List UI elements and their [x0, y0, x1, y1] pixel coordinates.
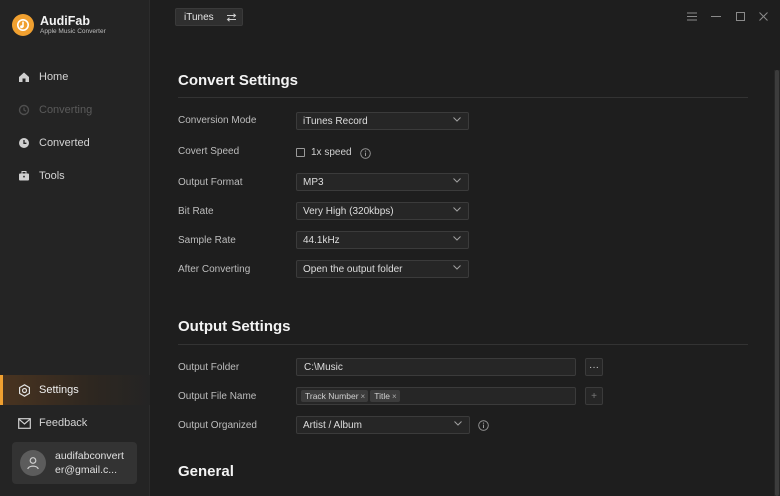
- sample-rate-select[interactable]: 44.1kHz: [296, 231, 469, 249]
- speed-option-label: 1x speed: [311, 147, 352, 158]
- minimize-icon[interactable]: [709, 9, 723, 23]
- output-file-name-label: Output File Name: [178, 391, 257, 402]
- general-title: General: [178, 463, 234, 480]
- menu-icon[interactable]: [685, 9, 699, 23]
- after-converting-label: After Converting: [178, 264, 251, 275]
- user-icon: [27, 457, 39, 470]
- sample-rate-label: Sample Rate: [178, 235, 236, 246]
- swap-icon: [226, 12, 237, 22]
- after-converting-value: Open the output folder: [303, 263, 403, 275]
- bit-rate-select[interactable]: Very High (320kbps): [296, 202, 469, 220]
- output-organized-value: Artist / Album: [303, 419, 362, 431]
- after-converting-select[interactable]: Open the output folder: [296, 260, 469, 278]
- sidebar-item-label: Converted: [39, 137, 90, 149]
- output-organized-label: Output Organized: [178, 420, 257, 431]
- sample-rate-value: 44.1kHz: [303, 234, 340, 246]
- app-subtitle: Apple Music Converter: [40, 28, 106, 35]
- chevron-down-icon: [453, 117, 461, 122]
- remove-tag-icon[interactable]: ×: [361, 392, 366, 401]
- sidebar-item-converting: Converting: [0, 95, 150, 125]
- sidebar-item-label: Settings: [39, 384, 79, 396]
- output-settings-title: Output Settings: [178, 318, 291, 335]
- brand: AudiFab Apple Music Converter: [12, 14, 106, 36]
- gear-icon: [17, 383, 31, 397]
- sidebar-item-home[interactable]: Home: [0, 62, 150, 92]
- add-tag-button[interactable]: +: [585, 387, 603, 405]
- chevron-down-icon: [453, 236, 461, 241]
- account-card[interactable]: audifabconverter@gmail.c...: [12, 442, 137, 484]
- home-icon: [17, 70, 31, 84]
- chevron-down-icon: [454, 421, 462, 426]
- output-folder-label: Output Folder: [178, 362, 240, 373]
- sidebar-item-label: Converting: [39, 104, 93, 116]
- info-icon[interactable]: [477, 419, 489, 431]
- sidebar-item-converted[interactable]: Converted: [0, 128, 150, 158]
- tag-label: Title: [374, 391, 390, 401]
- output-format-label: Output Format: [178, 177, 243, 188]
- conversion-mode-value: iTunes Record: [303, 115, 368, 127]
- info-icon[interactable]: [359, 147, 371, 159]
- account-email: audifabconverter@gmail.c...: [55, 450, 124, 476]
- output-folder-input[interactable]: C:\Music: [296, 358, 576, 376]
- output-format-value: MP3: [303, 176, 324, 188]
- sidebar-item-label: Tools: [39, 170, 65, 182]
- maximize-icon[interactable]: [733, 9, 747, 23]
- browse-folder-button[interactable]: ···: [585, 358, 603, 376]
- audifab-logo-icon: [12, 14, 34, 36]
- mail-icon: [17, 416, 31, 430]
- bit-rate-label: Bit Rate: [178, 206, 214, 217]
- conversion-mode-label: Conversion Mode: [178, 115, 257, 126]
- sidebar-item-label: Feedback: [39, 417, 88, 429]
- scrollbar-thumb[interactable]: [775, 70, 779, 496]
- sidebar-item-tools[interactable]: Tools: [0, 161, 150, 191]
- chevron-down-icon: [453, 178, 461, 183]
- chevron-down-icon: [453, 265, 461, 270]
- chevron-down-icon: [453, 207, 461, 212]
- speed-checkbox[interactable]: [296, 148, 305, 157]
- output-format-select[interactable]: MP3: [296, 173, 469, 191]
- tag-label: Track Number: [305, 391, 359, 401]
- output-organized-select[interactable]: Artist / Album: [296, 416, 470, 434]
- sidebar-item-feedback[interactable]: Feedback: [0, 408, 150, 438]
- toolbox-icon: [17, 169, 31, 183]
- remove-tag-icon[interactable]: ×: [392, 392, 397, 401]
- source-label: iTunes: [184, 11, 214, 23]
- conversion-mode-select[interactable]: iTunes Record: [296, 112, 469, 130]
- file-name-tags-field[interactable]: Track Number × Title ×: [296, 387, 576, 405]
- sidebar: AudiFab Apple Music Converter Home Conve…: [0, 0, 150, 496]
- convert-settings-title: Convert Settings: [178, 72, 299, 89]
- covert-speed-label: Covert Speed: [178, 146, 240, 157]
- bit-rate-value: Very High (320kbps): [303, 205, 394, 217]
- tag-chip[interactable]: Title ×: [370, 390, 400, 402]
- source-switch-button[interactable]: iTunes: [175, 8, 243, 26]
- section-divider: [178, 97, 748, 98]
- tag-chip[interactable]: Track Number ×: [301, 390, 369, 402]
- sidebar-item-settings[interactable]: Settings: [0, 375, 150, 405]
- section-divider: [178, 344, 748, 345]
- converting-icon: [17, 103, 31, 117]
- avatar: [20, 450, 46, 476]
- app-name: AudiFab: [40, 14, 90, 28]
- output-folder-value: C:\Music: [304, 361, 343, 373]
- sidebar-item-label: Home: [39, 71, 69, 83]
- clock-icon: [17, 136, 31, 150]
- close-icon[interactable]: [756, 9, 770, 23]
